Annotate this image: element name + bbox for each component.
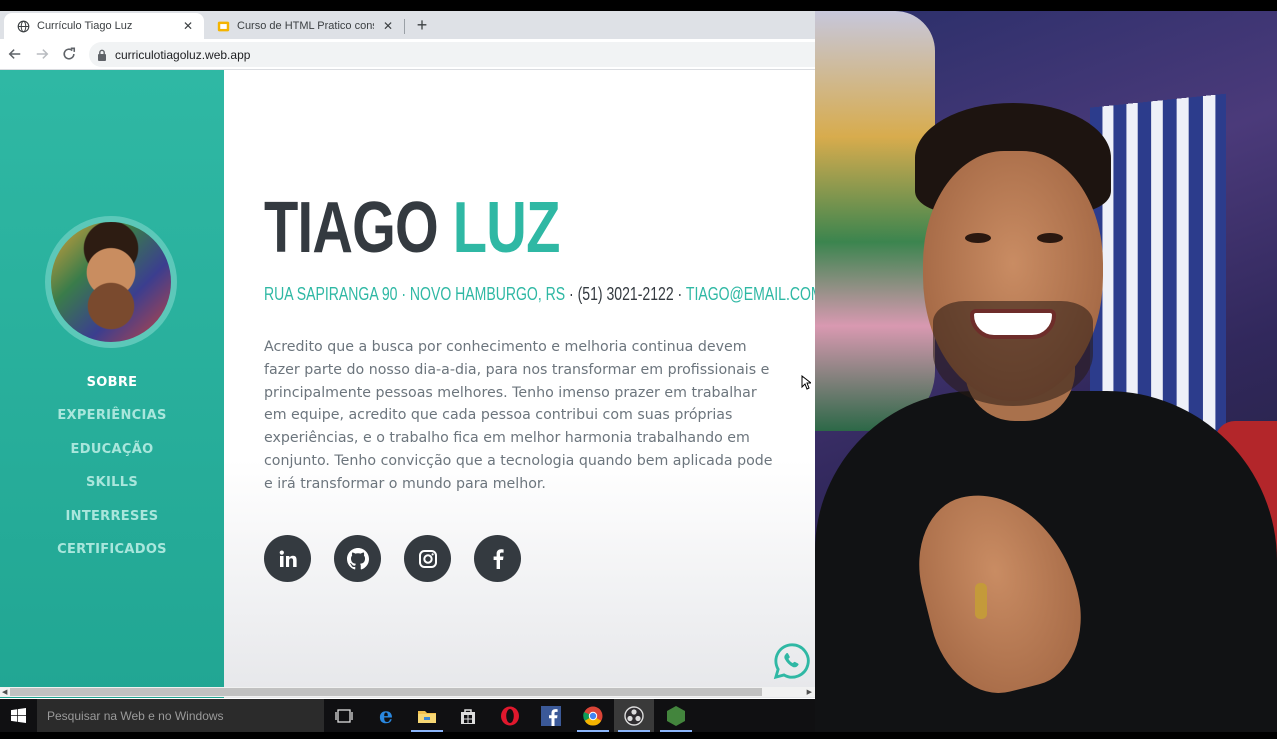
separator: ·: [673, 284, 686, 304]
url-text: curriculotiagoluz.web.app: [115, 47, 251, 62]
back-button[interactable]: [6, 45, 24, 63]
sidebar-nav: SOBRE EXPERIÊNCIAS EDUCAÇÃO SKILLS INTER…: [0, 366, 224, 566]
wall-mural: [815, 11, 935, 431]
windows-taskbar: Pesquisar na Web e no Windows e: [0, 699, 815, 732]
scroll-right-icon[interactable]: ▶: [807, 688, 812, 696]
about-section: TIAGO LUZ RUA SAPIRANGA 90 · NOVO HAMBUR…: [224, 70, 815, 698]
lock-icon: [98, 49, 106, 61]
tab-curriculo[interactable]: Currículo Tiago Luz ✕: [4, 13, 204, 39]
taskbar-search[interactable]: Pesquisar na Web e no Windows: [37, 699, 324, 732]
nav-skills[interactable]: SKILLS: [0, 466, 224, 499]
slides-icon: [216, 19, 230, 33]
mouse-cursor-icon: [801, 375, 811, 390]
linkedin-button[interactable]: [264, 535, 311, 582]
nav-sobre[interactable]: SOBRE: [0, 366, 224, 399]
nav-certificados[interactable]: CERTIFICADOS: [0, 533, 224, 566]
reload-icon: [63, 47, 76, 60]
facebook-icon: [493, 548, 504, 569]
facebook-button[interactable]: [474, 535, 521, 582]
tab-title: Curso de HTML Pratico constru: [237, 20, 374, 32]
instagram-button[interactable]: [404, 535, 451, 582]
edge-icon[interactable]: e: [366, 699, 406, 732]
scroll-left-icon[interactable]: ◀: [2, 688, 7, 696]
name-last: LUZ: [452, 188, 561, 268]
taskbar-search-placeholder: Pesquisar na Web e no Windows: [47, 708, 224, 723]
horizontal-scrollbar[interactable]: ◀ ▶: [0, 687, 815, 697]
tab-divider: [404, 19, 405, 34]
scrollbar-thumb[interactable]: [10, 688, 762, 696]
webcam-feed: [815, 11, 1277, 732]
linkedin-icon: [279, 550, 297, 567]
presenter-eye: [965, 233, 991, 243]
bio-paragraph: Acredito que a busca por conhecimento e …: [264, 339, 773, 492]
phone-text: (51) 3021-2122: [577, 284, 674, 304]
sidebar: SOBRE EXPERIÊNCIAS EDUCAÇÃO SKILLS INTER…: [0, 70, 224, 698]
instagram-icon: [418, 549, 437, 568]
profile-avatar: [45, 216, 177, 348]
file-explorer-icon[interactable]: [407, 699, 447, 732]
forward-button[interactable]: [33, 45, 51, 63]
nav-experiencias[interactable]: EXPERIÊNCIAS: [0, 399, 224, 432]
github-button[interactable]: [334, 535, 381, 582]
page-viewport: SOBRE EXPERIÊNCIAS EDUCAÇÃO SKILLS INTER…: [0, 70, 815, 698]
wall-mural-building: [1089, 93, 1226, 439]
browser-toolbar: curriculotiagoluz.web.app: [0, 39, 815, 70]
new-tab-button[interactable]: +: [412, 15, 432, 35]
nav-educacao[interactable]: EDUCAÇÃO: [0, 433, 224, 466]
store-icon[interactable]: [448, 699, 488, 732]
address-bar[interactable]: curriculotiagoluz.web.app: [89, 42, 815, 67]
arrow-right-icon: [36, 49, 49, 59]
nodejs-icon[interactable]: [656, 699, 696, 732]
task-view-icon[interactable]: [324, 699, 364, 732]
reload-button[interactable]: [60, 45, 78, 63]
social-links: [264, 535, 521, 582]
nav-interreses[interactable]: INTERRESES: [0, 500, 224, 533]
obs-icon[interactable]: [614, 699, 654, 732]
opera-icon[interactable]: [490, 699, 530, 732]
whatsapp-icon[interactable]: [773, 642, 811, 680]
email-link[interactable]: TIAGO@EMAIL.COM: [686, 284, 815, 304]
windows-logo-icon: [10, 708, 26, 723]
tab-curso-html[interactable]: Curso de HTML Pratico constru ✕: [204, 13, 404, 39]
screen-capture: Currículo Tiago Luz ✕ Curso de HTML Prat…: [0, 11, 815, 732]
name-first: TIAGO: [264, 188, 439, 268]
github-icon: [346, 547, 369, 569]
globe-icon: [16, 19, 30, 33]
contact-line: RUA SAPIRANGA 90 · NOVO HAMBURGO, RS · (…: [264, 282, 815, 306]
separator: ·: [565, 284, 578, 304]
facebook-app-icon[interactable]: [531, 699, 571, 732]
browser-tab-strip: Currículo Tiago Luz ✕ Curso de HTML Prat…: [0, 11, 815, 39]
address-text: RUA SAPIRANGA 90 · NOVO HAMBURGO, RS: [264, 284, 566, 304]
close-tab-icon[interactable]: ✕: [380, 18, 396, 34]
tab-title: Currículo Tiago Luz: [37, 20, 133, 32]
arrow-left-icon: [8, 49, 21, 59]
close-tab-icon[interactable]: ✕: [180, 18, 196, 34]
start-button[interactable]: [0, 699, 36, 732]
presenter-eye: [1037, 233, 1063, 243]
chrome-icon[interactable]: [573, 699, 613, 732]
page-title: TIAGO LUZ: [264, 188, 560, 268]
presenter-ring: [975, 583, 987, 619]
presenter-smile: [970, 309, 1056, 339]
